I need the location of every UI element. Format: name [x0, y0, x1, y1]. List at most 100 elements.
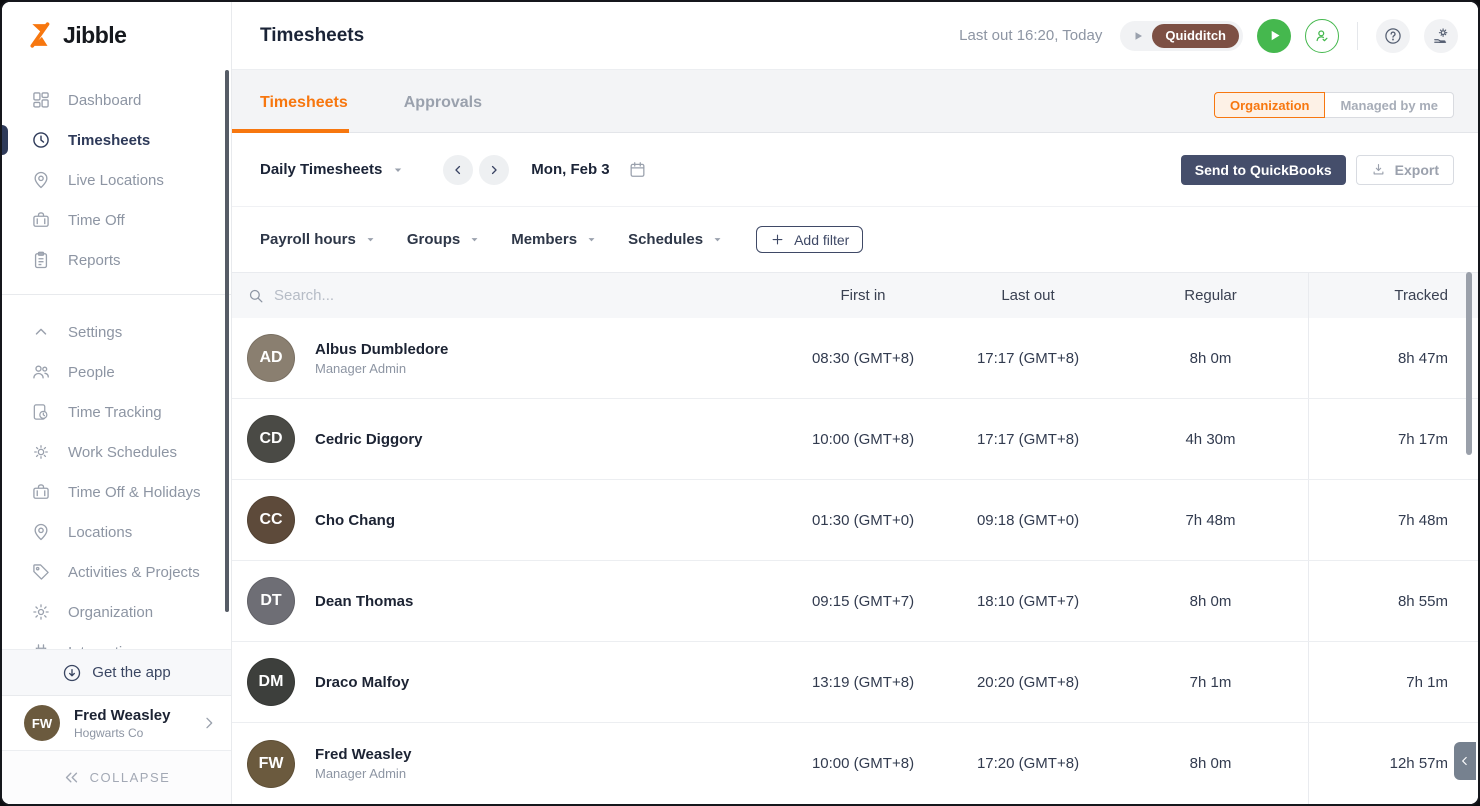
- sidebar-item-time-off-holidays[interactable]: Time Off & Holidays: [2, 472, 231, 512]
- people-icon: [30, 362, 51, 383]
- regular-value: 8h 0m: [1113, 593, 1308, 610]
- activity-badge: Quidditch: [1152, 24, 1239, 48]
- member-role: Manager Admin: [315, 766, 411, 781]
- prev-day-button[interactable]: [443, 155, 473, 185]
- search-input[interactable]: [274, 287, 574, 304]
- tracked-value: 8h 47m: [1308, 318, 1478, 398]
- sidebar-scrollbar[interactable]: [225, 70, 229, 612]
- tag-icon: [30, 562, 51, 583]
- last-out-value: 09:18 (GMT+0): [943, 512, 1113, 529]
- get-the-app-button[interactable]: Get the app: [2, 649, 231, 695]
- column-header-first-in[interactable]: First in: [783, 287, 943, 304]
- filter-bar: Payroll hours Groups Members Schedules Add …: [232, 207, 1478, 272]
- sidebar-item-live-locations[interactable]: Live Locations: [2, 160, 231, 200]
- sidebar-item-activities-projects[interactable]: Activities & Projects: [2, 552, 231, 592]
- send-to-quickbooks-button[interactable]: Send to QuickBooks: [1181, 155, 1346, 185]
- table-row[interactable]: FWFred WeasleyManager Admin10:00 (GMT+8)…: [232, 723, 1478, 804]
- tracked-value: 8h 55m: [1308, 561, 1478, 641]
- map-pin-icon: [30, 170, 51, 191]
- help-button[interactable]: [1376, 19, 1410, 53]
- filter-schedules[interactable]: Schedules: [628, 231, 724, 248]
- page-title: Timesheets: [260, 25, 364, 47]
- chevron-left-icon: [451, 163, 465, 177]
- sidebar-item-timesheets[interactable]: Timesheets: [2, 120, 231, 160]
- chevron-right-icon: [487, 163, 501, 177]
- avatar: DM: [247, 658, 295, 706]
- avatar: CD: [247, 415, 295, 463]
- calendar-icon[interactable]: [628, 160, 647, 179]
- sidebar-item-integrations[interactable]: Integrations: [2, 632, 231, 649]
- toggle-organization[interactable]: Organization: [1214, 92, 1325, 118]
- help-icon: [1383, 26, 1403, 46]
- sidebar-item-time-off[interactable]: Time Off: [2, 200, 231, 240]
- export-button[interactable]: Export: [1356, 155, 1454, 185]
- add-filter-button[interactable]: Add filter: [756, 226, 863, 253]
- hand-gear-icon: [1431, 26, 1451, 46]
- integrations-icon: [30, 642, 51, 650]
- column-header-regular[interactable]: Regular: [1113, 287, 1308, 304]
- avatar: FW: [24, 705, 60, 741]
- toggle-managed-by-me[interactable]: Managed by me: [1325, 92, 1454, 118]
- sidebar-item-settings[interactable]: Settings: [2, 312, 231, 352]
- regular-value: 7h 1m: [1113, 674, 1308, 691]
- user-profile[interactable]: FW Fred Weasley Hogwarts Co: [2, 695, 231, 750]
- chevron-down-icon: [468, 233, 481, 246]
- last-out-status: Last out 16:20, Today: [959, 27, 1102, 44]
- logo[interactable]: Jibble: [2, 2, 231, 68]
- member-name: Fred Weasley: [315, 746, 411, 763]
- table-scrollbar[interactable]: [1466, 272, 1472, 455]
- clock-icon: [30, 130, 51, 151]
- double-chevron-left-icon: [63, 769, 80, 786]
- sidebar-item-locations[interactable]: Locations: [2, 512, 231, 552]
- search-icon: [247, 287, 265, 305]
- timer-pill[interactable]: Quidditch: [1120, 21, 1243, 51]
- app-window: Jibble DashboardTimesheetsLive Locations…: [0, 0, 1480, 806]
- play-icon: [1267, 28, 1282, 43]
- next-day-button[interactable]: [479, 155, 509, 185]
- table-row[interactable]: CCCho Chang01:30 (GMT+0)09:18 (GMT+0)7h …: [232, 480, 1478, 561]
- profile-name: Fred Weasley: [74, 707, 187, 724]
- sidebar-item-organization[interactable]: Organization: [2, 592, 231, 632]
- table-row[interactable]: DMDraco Malfoy13:19 (GMT+8)20:20 (GMT+8)…: [232, 642, 1478, 723]
- person-check-button[interactable]: [1305, 19, 1339, 53]
- sidebar-item-reports[interactable]: Reports: [2, 240, 231, 280]
- first-in-value: 10:00 (GMT+8): [783, 755, 943, 772]
- sidebar-divider: [2, 294, 231, 295]
- column-header-last-out[interactable]: Last out: [943, 287, 1113, 304]
- date-label: Mon, Feb 3: [531, 161, 609, 178]
- start-timer-button[interactable]: [1257, 19, 1291, 53]
- last-out-value: 17:17 (GMT+8): [943, 350, 1113, 367]
- filter-members[interactable]: Members: [511, 231, 598, 248]
- tab-timesheets[interactable]: Timesheets: [260, 94, 348, 132]
- profile-company: Hogwarts Co: [74, 726, 187, 740]
- collapse-button[interactable]: COLLAPSE: [2, 750, 231, 804]
- briefcase-icon: [30, 482, 51, 503]
- jibble-logo-icon: [28, 22, 54, 48]
- active-nav-indicator: [2, 125, 8, 155]
- support-button[interactable]: [1424, 19, 1458, 53]
- table-row[interactable]: DTDean Thomas09:15 (GMT+7)18:10 (GMT+7)8…: [232, 561, 1478, 642]
- regular-value: 7h 48m: [1113, 512, 1308, 529]
- chevron-right-icon: [201, 715, 217, 731]
- column-header-tracked[interactable]: Tracked: [1308, 273, 1478, 318]
- sidebar-item-time-tracking[interactable]: Time Tracking: [2, 392, 231, 432]
- tab-approvals[interactable]: Approvals: [404, 94, 482, 132]
- table-row[interactable]: CDCedric Diggory10:00 (GMT+8)17:17 (GMT+…: [232, 399, 1478, 480]
- sidebar-item-work-schedules[interactable]: Work Schedules: [2, 432, 231, 472]
- schedule-icon: [30, 442, 51, 463]
- gear-icon: [30, 602, 51, 623]
- filter-groups[interactable]: Groups: [407, 231, 481, 248]
- tracked-value: 7h 1m: [1308, 642, 1478, 722]
- first-in-value: 01:30 (GMT+0): [783, 512, 943, 529]
- sidebar-item-people[interactable]: People: [2, 352, 231, 392]
- regular-value: 8h 0m: [1113, 350, 1308, 367]
- period-selector[interactable]: Daily Timesheets: [260, 161, 405, 178]
- filter-payroll-hours[interactable]: Payroll hours: [260, 231, 377, 248]
- chevron-up-icon: [30, 322, 51, 343]
- last-out-value: 20:20 (GMT+8): [943, 674, 1113, 691]
- side-panel-handle[interactable]: [1454, 742, 1476, 780]
- sidebar-item-dashboard[interactable]: Dashboard: [2, 80, 231, 120]
- avatar: CC: [247, 496, 295, 544]
- table-row[interactable]: ADAlbus DumbledoreManager Admin08:30 (GM…: [232, 318, 1478, 399]
- member-name: Dean Thomas: [315, 593, 413, 610]
